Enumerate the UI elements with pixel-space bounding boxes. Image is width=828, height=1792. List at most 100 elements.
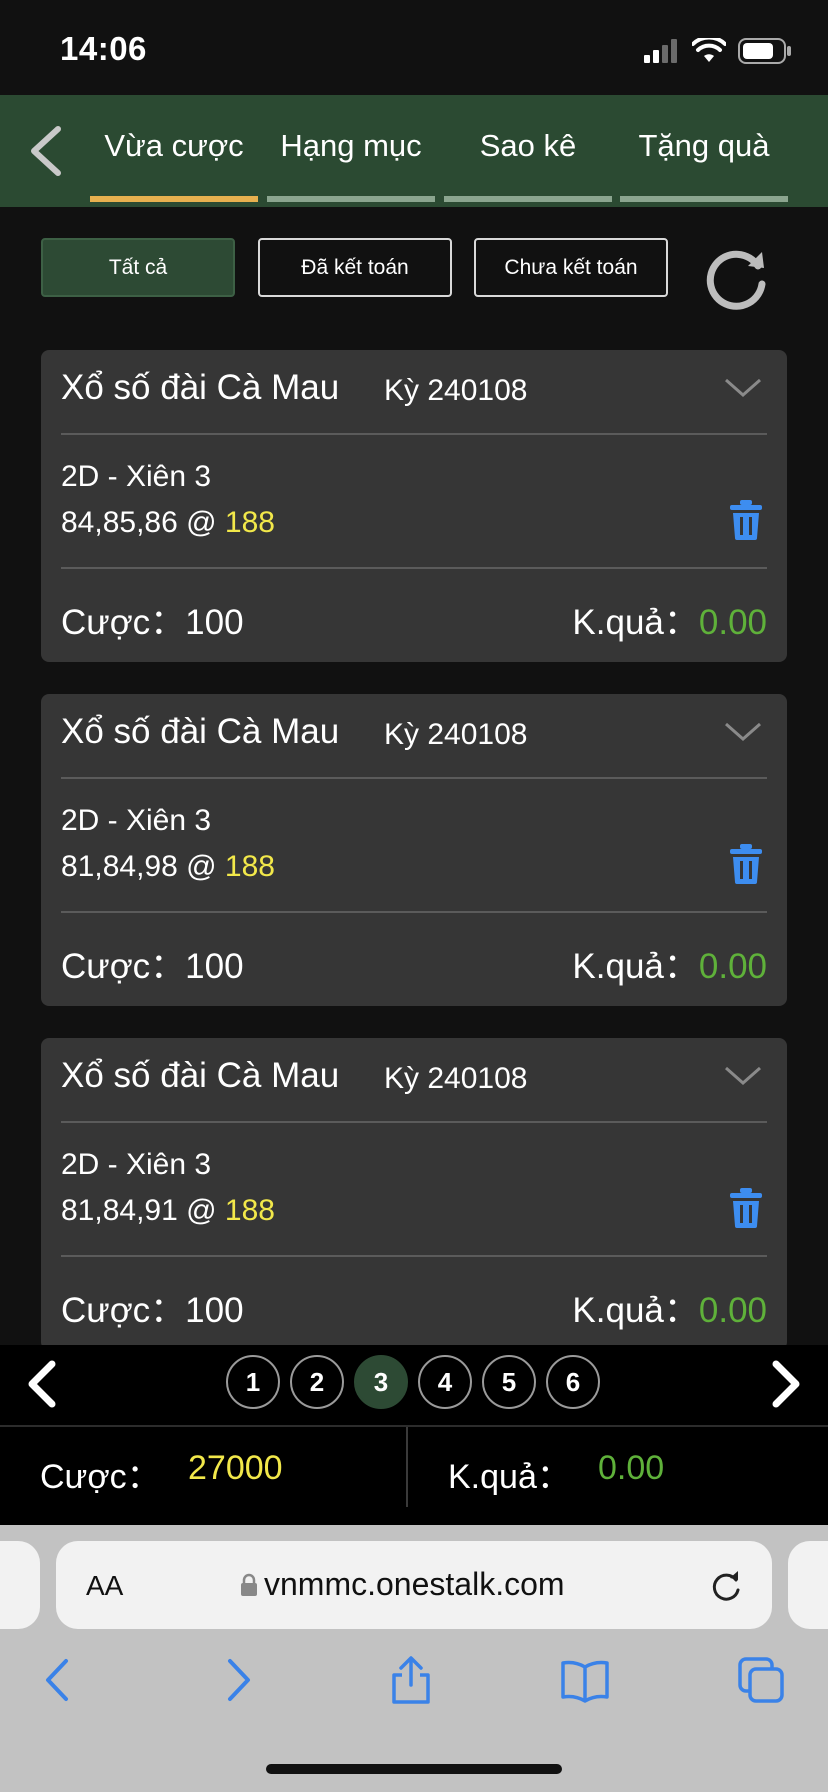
bet-amount: Cược：100 (61, 594, 244, 645)
bet-odds: 188 (224, 1194, 275, 1227)
card-period: Kỳ 240108 (384, 374, 528, 407)
status-time: 14:06 (60, 30, 147, 67)
bet-label: Cược： (61, 603, 186, 642)
tab-underline (620, 196, 788, 202)
cellular-signal-icon (644, 39, 677, 63)
nav-bar: Vừa cược Hạng mục Sao kê Tặng quà (0, 95, 828, 207)
result-label: K.quả： (572, 947, 699, 986)
bet-result: K.quả：0.00 (572, 938, 767, 989)
bookmarks-icon[interactable] (560, 1655, 610, 1705)
divider (61, 433, 767, 435)
card-title: Xổ số đài Cà Mau (61, 368, 340, 407)
tab-label: Vừa cược (104, 128, 244, 163)
reload-icon[interactable] (708, 1568, 744, 1604)
bet-type: 2D - Xiên 3 (61, 804, 212, 837)
tab-label: Tặng quà (638, 128, 770, 163)
browser-forward-icon[interactable] (212, 1655, 262, 1705)
total-bet-value: 27000 (188, 1449, 283, 1487)
bet-odds: 188 (224, 850, 275, 883)
card-title: Xổ số đài Cà Mau (61, 1056, 340, 1095)
next-page-icon[interactable] (766, 1360, 806, 1408)
bet-amount: Cược：100 (61, 938, 244, 989)
pagination-bar (0, 1345, 828, 1425)
tabs-icon[interactable] (736, 1655, 786, 1705)
card-period: Kỳ 240108 (384, 1062, 528, 1095)
card-title: Xổ số đài Cà Mau (61, 712, 340, 751)
browser-back-icon[interactable] (34, 1655, 84, 1705)
status-bar: 14:06 (0, 0, 828, 95)
home-indicator (266, 1764, 562, 1774)
tab-vua-cuoc[interactable]: Vừa cược (90, 95, 258, 207)
result-label: K.quả： (572, 603, 699, 642)
back-chevron-icon[interactable] (22, 121, 72, 181)
tab-underline (267, 196, 435, 202)
bet-value: 100 (185, 603, 244, 642)
trash-icon[interactable] (729, 500, 763, 540)
bet-type: 2D - Xiên 3 (61, 460, 212, 493)
page-3-button[interactable]: 3 (354, 1355, 408, 1409)
bet-value: 100 (185, 1291, 244, 1330)
total-result-label: K.quả： (448, 1458, 571, 1496)
bet-numbers-text: 81,84,91 @ (61, 1194, 225, 1227)
bet-numbers: 84,85,86 @ 188 (61, 506, 275, 540)
tab-underline (90, 196, 258, 202)
url-display[interactable]: vnmmc.onestalk.com (240, 1566, 565, 1603)
filter-all-button[interactable]: Tất cả (41, 238, 235, 297)
page-2-button[interactable]: 2 (290, 1355, 344, 1409)
result-value: 0.00 (698, 603, 767, 642)
bet-result: K.quả：0.00 (572, 1282, 767, 1333)
result-value: 0.00 (698, 1291, 767, 1330)
bet-card: Xổ số đài Cà Mau Kỳ 240108 2D - Xiên 3 8… (41, 1038, 787, 1350)
bet-numbers-text: 84,85,86 @ (61, 506, 225, 539)
bet-label: Cược： (61, 947, 186, 986)
bet-numbers: 81,84,91 @ 188 (61, 1194, 275, 1228)
wifi-icon (692, 38, 726, 62)
chevron-down-icon[interactable] (723, 1064, 763, 1088)
divider (61, 911, 767, 913)
total-bet-label: Cược： (40, 1458, 161, 1496)
page-5-button[interactable]: 5 (482, 1355, 536, 1409)
refresh-icon[interactable] (704, 244, 772, 312)
chevron-down-icon[interactable] (723, 376, 763, 400)
filter-unsettled-button[interactable]: Chưa kết toán (474, 238, 668, 297)
page-1-button[interactable]: 1 (226, 1355, 280, 1409)
divider (61, 1121, 767, 1123)
bet-numbers-text: 81,84,98 @ (61, 850, 225, 883)
previous-tab-peek[interactable] (0, 1541, 40, 1629)
result-label: K.quả： (572, 1291, 699, 1330)
url-text: vnmmc.onestalk.com (264, 1566, 565, 1602)
bet-value: 100 (185, 947, 244, 986)
result-value: 0.00 (698, 947, 767, 986)
tab-hang-muc[interactable]: Hạng mục (267, 95, 435, 207)
totals-bar: Cược： 27000 K.quả： 0.00 (0, 1425, 828, 1527)
filter-settled-button[interactable]: Đã kết toán (258, 238, 452, 297)
tab-label: Sao kê (479, 128, 577, 163)
next-tab-peek[interactable] (788, 1541, 828, 1629)
reader-settings-button[interactable]: AA (86, 1570, 123, 1602)
tab-sao-ke[interactable]: Sao kê (444, 95, 612, 207)
divider (61, 567, 767, 569)
tab-tang-qua[interactable]: Tặng quà (620, 95, 788, 207)
card-period: Kỳ 240108 (384, 718, 528, 751)
page-4-button[interactable]: 4 (418, 1355, 472, 1409)
bet-amount: Cược：100 (61, 1282, 244, 1333)
trash-icon[interactable] (729, 1188, 763, 1228)
bet-odds: 188 (224, 506, 275, 539)
total-result-value: 0.00 (598, 1449, 665, 1487)
divider (61, 777, 767, 779)
prev-page-icon[interactable] (22, 1360, 62, 1408)
tab-label: Hạng mục (280, 128, 422, 163)
divider (61, 1255, 767, 1257)
bet-label: Cược： (61, 1291, 186, 1330)
share-icon[interactable] (386, 1655, 436, 1705)
trash-icon[interactable] (729, 844, 763, 884)
bet-card: Xổ số đài Cà Mau Kỳ 240108 2D - Xiên 3 8… (41, 694, 787, 1006)
bet-card: Xổ số đài Cà Mau Kỳ 240108 2D - Xiên 3 8… (41, 350, 787, 662)
chevron-down-icon[interactable] (723, 720, 763, 744)
tab-underline (444, 196, 612, 202)
lock-icon (241, 1573, 257, 1596)
page-6-button[interactable]: 6 (546, 1355, 600, 1409)
divider (406, 1427, 408, 1507)
bet-numbers: 81,84,98 @ 188 (61, 850, 275, 884)
battery-icon (738, 38, 791, 64)
